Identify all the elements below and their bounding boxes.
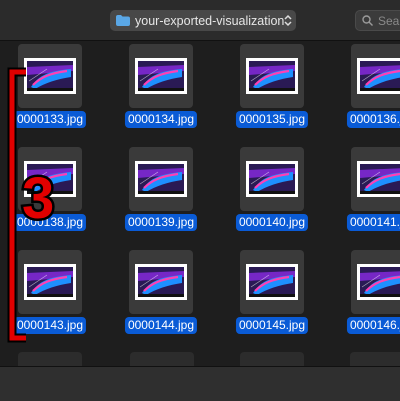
- folder-name: your-exported-visualization: [135, 13, 285, 28]
- file-name-label[interactable]: 0000141.jpg: [346, 214, 400, 231]
- file-name-label[interactable]: 0000145.jpg: [235, 317, 309, 334]
- file-name-label[interactable]: 0000134.jpg: [124, 111, 198, 128]
- folder-icon: [116, 15, 130, 26]
- image-preview: [246, 161, 298, 197]
- image-preview: [357, 161, 400, 197]
- file-thumbnail[interactable]: [240, 147, 304, 211]
- file-name-label[interactable]: 0000139.jpg: [124, 214, 198, 231]
- image-preview: [357, 264, 400, 300]
- image-preview: [357, 58, 400, 94]
- file-name-label[interactable]: 0000140.jpg: [235, 214, 309, 231]
- image-preview: [135, 58, 187, 94]
- image-preview: [135, 264, 187, 300]
- image-preview: [135, 161, 187, 197]
- image-preview: [24, 264, 76, 300]
- file-thumbnail[interactable]: [351, 250, 400, 314]
- chevron-updown-icon: [284, 14, 292, 27]
- finder-toolbar: your-exported-visualization: [0, 0, 400, 41]
- file-thumbnail[interactable]: [129, 250, 193, 314]
- file-thumbnail[interactable]: [351, 147, 400, 211]
- file-thumbnail[interactable]: [351, 44, 400, 108]
- file-thumbnail[interactable]: [129, 147, 193, 211]
- file-name-label[interactable]: 0000146.jpg: [346, 317, 400, 334]
- status-bar: [0, 366, 400, 401]
- folder-path-popup[interactable]: your-exported-visualization: [110, 10, 296, 31]
- search-input[interactable]: [378, 13, 400, 28]
- file-name-label[interactable]: 0000144.jpg: [124, 317, 198, 334]
- file-thumbnail[interactable]: [240, 44, 304, 108]
- annotation-number: 3: [19, 166, 56, 231]
- search-field[interactable]: [355, 10, 400, 31]
- file-thumbnail[interactable]: [129, 44, 193, 108]
- image-preview: [246, 58, 298, 94]
- image-preview: [24, 58, 76, 94]
- image-preview: [246, 264, 298, 300]
- file-thumbnail[interactable]: [240, 250, 304, 314]
- search-icon: [362, 15, 373, 26]
- file-name-label[interactable]: 0000136.jpg: [346, 111, 400, 128]
- file-name-label[interactable]: 0000135.jpg: [235, 111, 309, 128]
- file-icon-grid: 0000133.jpg 0000134.jpg 0000135.jpg 0000136…: [0, 41, 400, 366]
